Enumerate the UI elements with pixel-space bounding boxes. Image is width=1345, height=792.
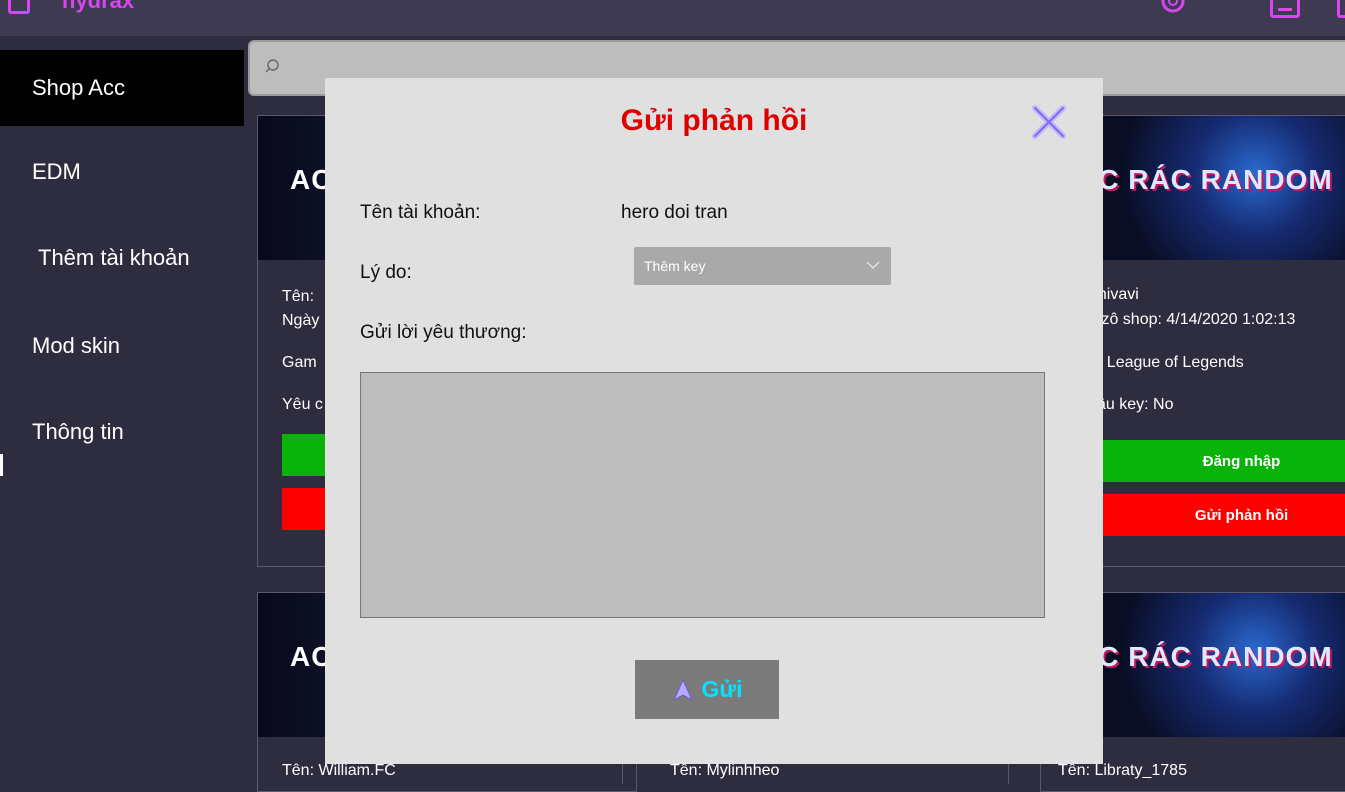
send-button[interactable]: Gửi	[635, 660, 779, 719]
app-title: hydrax	[62, 0, 135, 13]
app-logo-icon	[8, 0, 30, 14]
sidebar-item-label: Thông tin	[32, 419, 124, 444]
message-label: Gửi lời yêu thương:	[360, 322, 527, 343]
close-icon[interactable]	[1029, 102, 1069, 142]
message-textarea[interactable]	[360, 372, 1045, 618]
card-name: Tên: Libraty_1785	[1058, 762, 1187, 779]
nav-indicator	[0, 454, 3, 476]
sidebar-item-label: Thêm tài khoản	[38, 245, 190, 270]
sidebar: Shop Acc EDM Thêm tài khoản Mod skin Thô…	[0, 36, 244, 784]
gear-icon[interactable]	[1158, 0, 1188, 16]
card-date: y zô shop: 4/14/2020 1:02:13	[1089, 311, 1296, 328]
maximize-icon[interactable]	[1337, 0, 1345, 18]
send-label: Gửi	[701, 676, 743, 702]
sidebar-item-edm[interactable]: EDM	[0, 134, 244, 210]
reason-select[interactable]: Thêm key	[634, 247, 891, 285]
sidebar-item-info[interactable]: Thông tin	[0, 394, 244, 470]
feedback-button[interactable]: Gửi phản hồi	[1089, 494, 1345, 536]
card-game: e: League of Legends	[1089, 354, 1244, 371]
sidebar-item-add-account[interactable]: Thêm tài khoản	[0, 220, 244, 296]
sidebar-item-label: Shop Acc	[32, 75, 125, 100]
sidebar-item-mod-skin[interactable]: Mod skin	[0, 308, 244, 384]
reason-selected-value: Thêm key	[644, 258, 706, 274]
dialog-title: Gửi phản hồi	[620, 104, 808, 137]
card-name: Tên: William.FC	[282, 762, 396, 779]
card-name: Tên:	[282, 288, 315, 305]
login-button[interactable]: Đăng nhập	[1089, 440, 1345, 482]
card-game: Gam	[282, 354, 317, 371]
account-value: hero doi tran	[621, 202, 728, 223]
send-icon	[672, 678, 693, 701]
search-icon	[265, 59, 279, 73]
sidebar-item-label: Mod skin	[32, 333, 121, 358]
feedback-dialog: Gửi phản hồi Tên tài khoản: hero doi tra…	[325, 78, 1103, 764]
card-name: Tên: Mylinhheo	[670, 762, 780, 779]
title-bar: hydrax	[0, 0, 1345, 36]
card-banner-text: CC RÁC RANDOM	[1077, 641, 1333, 672]
card-date: Ngày	[282, 312, 320, 329]
account-label: Tên tài khoản:	[360, 202, 481, 223]
reason-label: Lý do:	[360, 262, 412, 283]
chevron-down-icon	[866, 261, 880, 269]
minimize-icon[interactable]	[1270, 0, 1300, 18]
card-banner-text: CC RÁC RANDOM	[1077, 164, 1333, 195]
card-key: Yêu c	[282, 396, 323, 413]
sidebar-item-shop-acc[interactable]: Shop Acc	[0, 50, 244, 126]
sidebar-item-label: EDM	[32, 159, 81, 184]
